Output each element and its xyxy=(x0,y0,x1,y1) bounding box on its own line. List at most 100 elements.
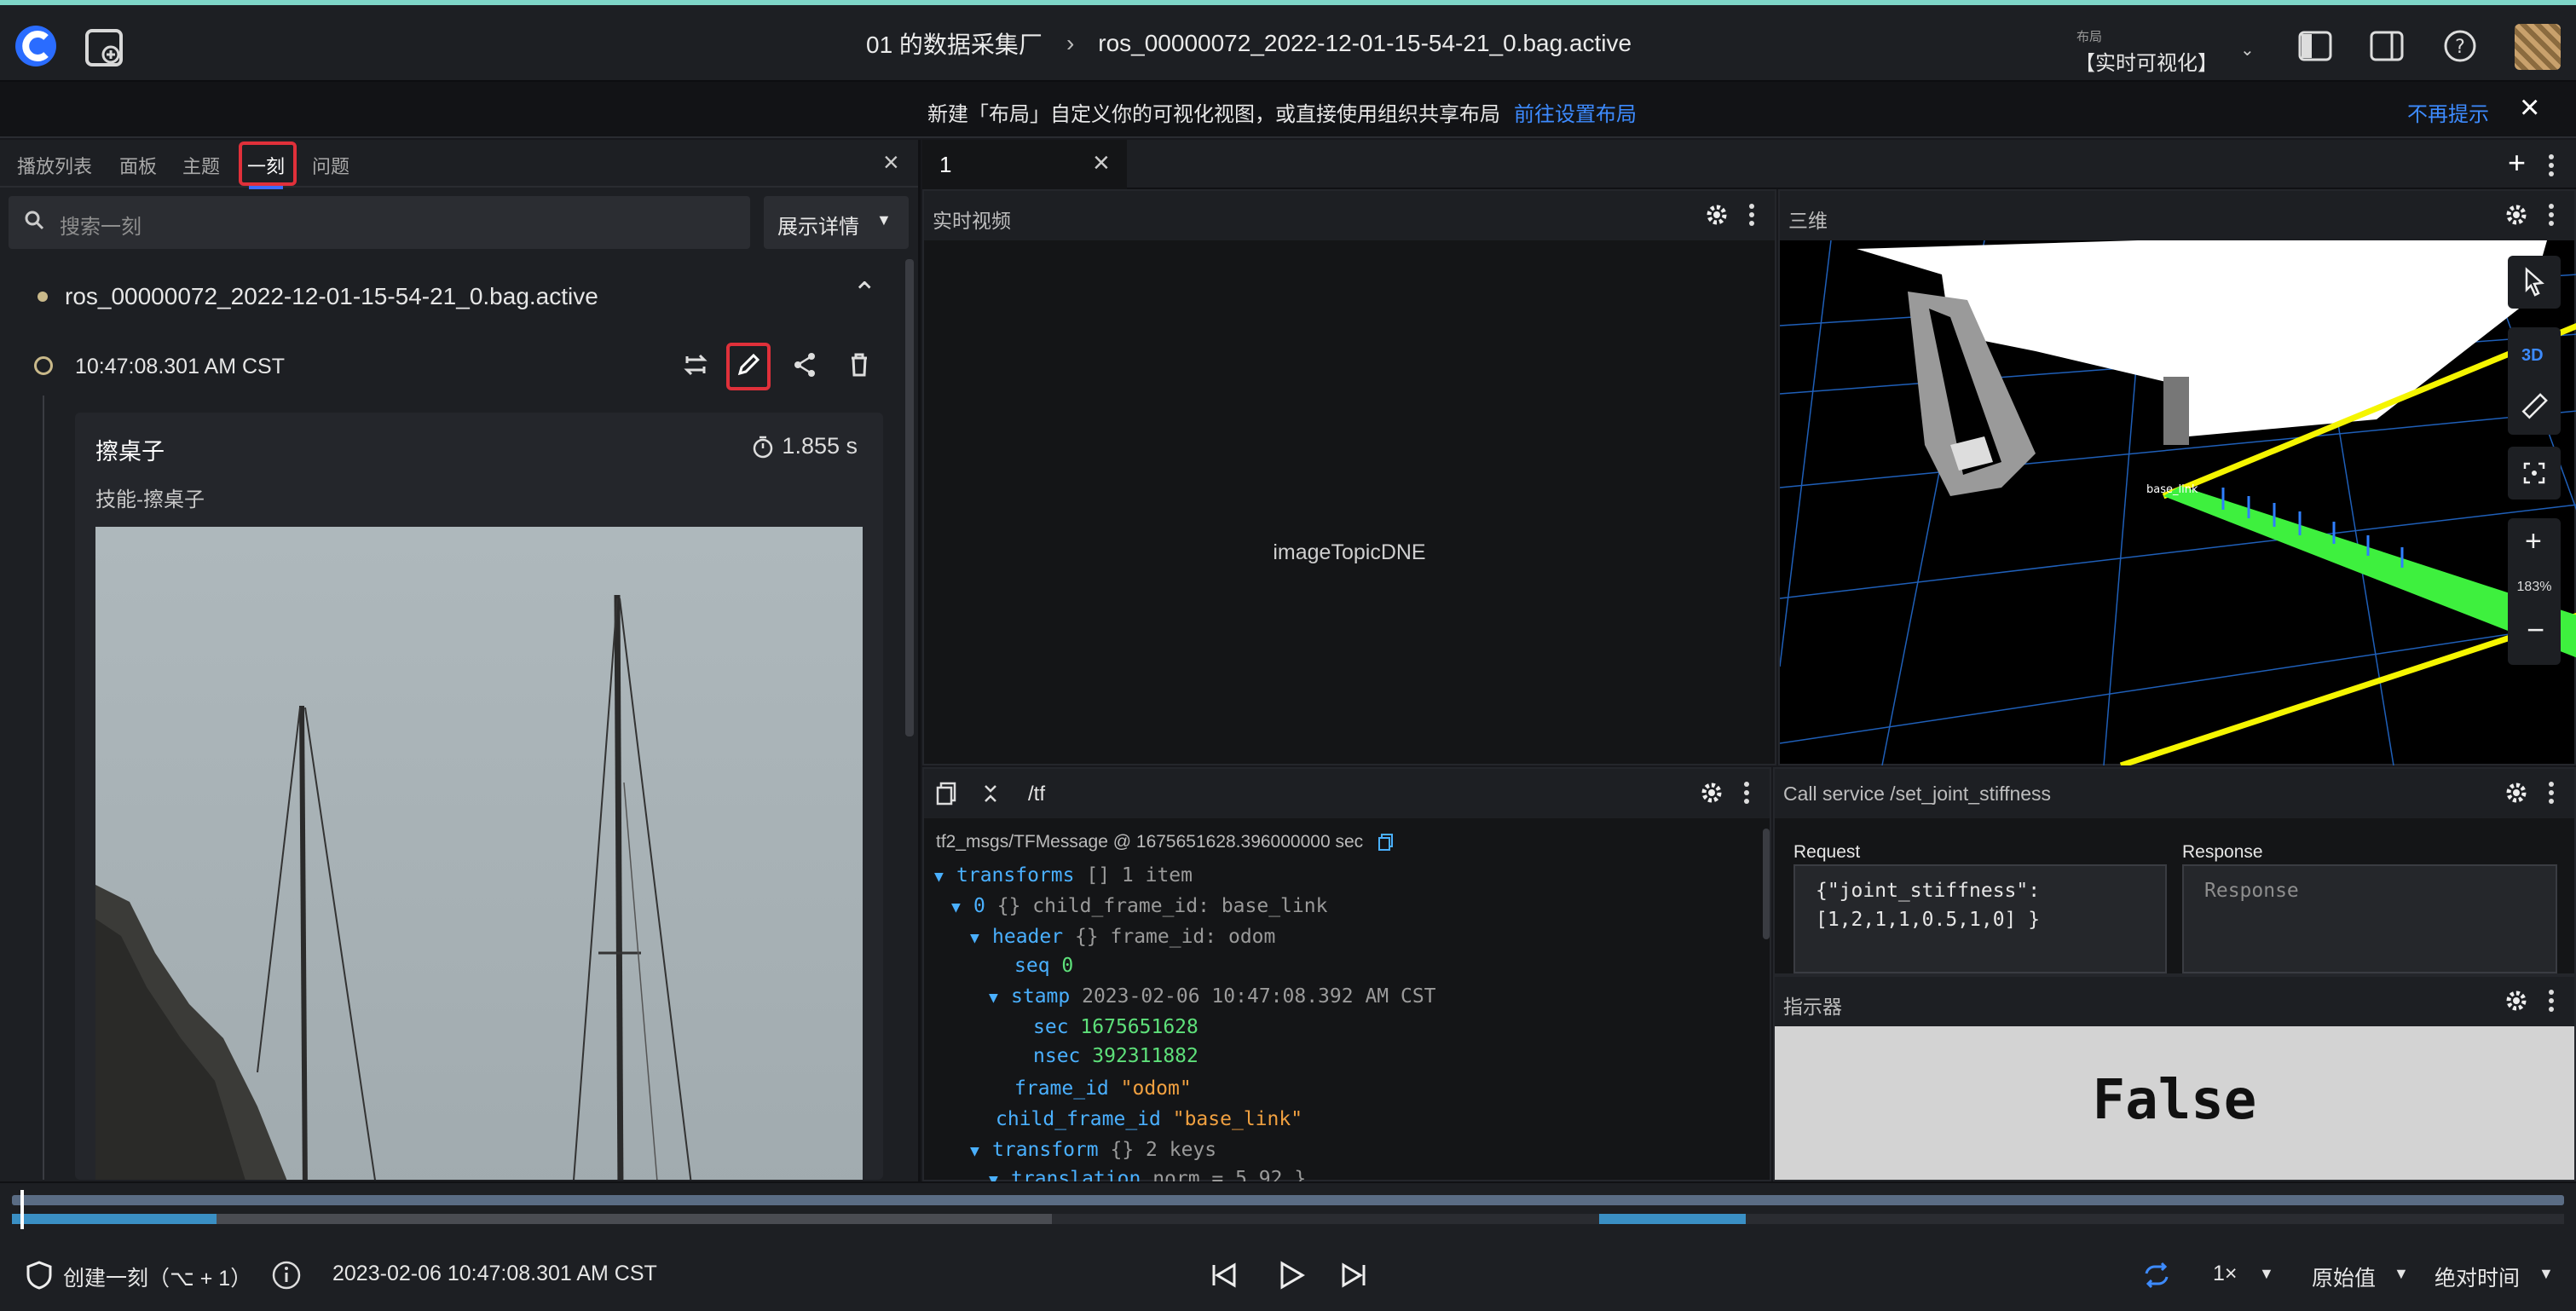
share-icon[interactable] xyxy=(789,349,820,380)
more-vert-icon[interactable] xyxy=(2547,989,2556,1013)
tree-value: 392311882 xyxy=(1092,1045,1198,1067)
caret-down-icon[interactable]: ▼ xyxy=(2394,1265,2409,1283)
moment-duration-value: 1.855 s xyxy=(782,433,858,459)
search-input[interactable]: 搜索一刻 xyxy=(9,196,750,249)
gear-icon[interactable] xyxy=(2504,203,2528,227)
skip-forward-icon[interactable] xyxy=(1337,1258,1371,1292)
panel-title: Call service /set_joint_stiffness xyxy=(1783,783,2052,805)
info-icon[interactable] xyxy=(271,1260,302,1291)
playback-bar: 创建一刻（⌥ + 1） 2023-02-06 10:47:08.301 AM C… xyxy=(0,1181,2576,1311)
topic-name[interactable]: /tf xyxy=(1028,783,1045,806)
tf-scrollbar[interactable] xyxy=(1763,829,1770,939)
tab-topics[interactable]: 主题 xyxy=(182,152,220,179)
layout-tab[interactable]: 1 × xyxy=(922,140,1127,189)
request-editor[interactable]: {"joint_stiffness": [1,2,1,1,0.5,1,0] } xyxy=(1793,864,2167,973)
view-mode-toggle[interactable]: 3D xyxy=(2521,346,2544,366)
tab-panels[interactable]: 面板 xyxy=(119,152,157,179)
create-moment-button[interactable]: 创建一刻（⌥ + 1） xyxy=(63,1262,251,1292)
loop-icon[interactable] xyxy=(2140,1258,2174,1292)
go-layout-settings-link[interactable]: 前往设置布局 xyxy=(1514,103,1637,126)
breadcrumb-project[interactable]: 01 的数据采集厂 xyxy=(866,26,1043,61)
expand-triangle-icon[interactable]: ▼ xyxy=(989,1171,1011,1181)
ruler-icon[interactable] xyxy=(2520,392,2549,421)
playhead[interactable] xyxy=(20,1190,24,1229)
panel-title: 三维 xyxy=(1788,210,1828,232)
frame-label: base_link xyxy=(2146,483,2198,496)
more-vert-icon[interactable] xyxy=(1742,781,1751,805)
time-mode-select[interactable]: 绝对时间 xyxy=(2434,1262,2520,1292)
close-tab-icon[interactable]: × xyxy=(1093,147,1110,180)
timeline-track[interactable] xyxy=(12,1195,2564,1205)
breadcrumb-record[interactable]: ros_00000072_2022-12-01-15-54-21_0.bag.a… xyxy=(1098,30,1632,57)
copy-icon[interactable] xyxy=(1377,833,1395,852)
user-avatar[interactable] xyxy=(2515,24,2561,70)
trash-icon[interactable] xyxy=(844,349,875,380)
tab-playlist[interactable]: 播放列表 xyxy=(17,152,92,179)
help-icon[interactable]: ? xyxy=(2443,29,2477,63)
tree-row[interactable]: ▼ stamp 2023-02-06 10:47:08.392 AM CST xyxy=(989,985,1436,1008)
response-field[interactable]: Response xyxy=(2182,864,2557,973)
tree-row[interactable]: ▼ transform {} 2 keys xyxy=(970,1139,1216,1161)
caret-down-icon[interactable]: ▼ xyxy=(2259,1265,2274,1283)
tree-key: header xyxy=(992,926,1064,948)
new-window-icon[interactable] xyxy=(85,29,123,66)
zoom-out-icon[interactable]: − xyxy=(2527,612,2544,648)
focus-button[interactable] xyxy=(2508,447,2561,500)
expand-triangle-icon[interactable]: ▼ xyxy=(934,868,956,886)
timeline-moment-segment[interactable] xyxy=(12,1214,217,1224)
tree-row[interactable]: ▼ translation norm = 5.92 } xyxy=(989,1168,1306,1181)
dont-show-again-link[interactable]: 不再提示 xyxy=(2407,97,2489,127)
timeline-moment-segment[interactable] xyxy=(1599,1214,1746,1224)
swap-icon[interactable] xyxy=(680,349,711,380)
more-vert-icon[interactable] xyxy=(2547,781,2556,805)
more-vert-icon[interactable] xyxy=(2547,203,2556,227)
moment-card[interactable]: 擦桌子 1.855 s 技能-擦桌子 xyxy=(75,413,883,1180)
show-details-dropdown[interactable]: 展示详情 ▼ xyxy=(764,196,909,249)
close-icon[interactable]: × xyxy=(2520,89,2539,127)
gear-icon[interactable] xyxy=(2504,989,2528,1013)
tree-value: "base_link" xyxy=(1172,1108,1303,1130)
tree-key: seq xyxy=(1014,955,1050,977)
select-tool-button[interactable] xyxy=(2508,256,2561,309)
shield-icon xyxy=(26,1261,52,1290)
layout-switcher[interactable]: 布局 【实时可视化】 ⌄ xyxy=(2070,22,2257,75)
speed-select[interactable]: 1× xyxy=(2213,1262,2238,1286)
app-logo-icon[interactable] xyxy=(12,22,60,70)
chevron-down-icon: ⌄ xyxy=(2240,41,2255,60)
tree-row[interactable]: ▼ transforms [] 1 item xyxy=(934,864,1193,887)
current-time: 2023-02-06 10:47:08.301 AM CST xyxy=(332,1262,657,1285)
layout-tab-label: 1 xyxy=(939,152,952,177)
tree-row: seq 0 xyxy=(1014,955,1073,977)
expand-triangle-icon[interactable]: ▼ xyxy=(970,1142,992,1160)
moment-title: 擦桌子 xyxy=(95,439,165,465)
copy-icon[interactable] xyxy=(934,781,960,806)
tab-issues[interactable]: 问题 xyxy=(312,152,349,179)
three-d-viewport[interactable]: base_link xyxy=(1780,240,2576,765)
tree-value: "odom" xyxy=(1120,1077,1192,1100)
skip-back-icon[interactable] xyxy=(1207,1258,1241,1292)
tree-row[interactable]: ▼ 0 {} child_frame_id: base_link xyxy=(951,895,1327,917)
expand-triangle-icon[interactable]: ▼ xyxy=(951,898,973,916)
expand-triangle-icon[interactable]: ▼ xyxy=(989,989,1011,1007)
expand-triangle-icon[interactable]: ▼ xyxy=(970,929,992,947)
play-icon[interactable] xyxy=(1274,1258,1308,1292)
zoom-level: 183% xyxy=(2516,580,2552,594)
gear-icon[interactable] xyxy=(2504,781,2528,805)
gear-icon[interactable] xyxy=(1705,203,1729,227)
sidebar-scrollbar[interactable] xyxy=(905,259,914,736)
close-sidebar-icon[interactable]: × xyxy=(883,147,899,178)
add-tab-icon[interactable]: + xyxy=(2508,145,2526,181)
more-vert-icon[interactable] xyxy=(1747,203,1756,227)
notice-text: 新建「布局」自定义你的可视化视图，或直接使用组织共享布局 xyxy=(927,103,1500,126)
more-vert-icon[interactable] xyxy=(2547,153,2556,177)
collapse-icon[interactable] xyxy=(980,783,1001,805)
right-sidebar-toggle-icon[interactable] xyxy=(2370,31,2404,61)
zoom-in-icon[interactable]: + xyxy=(2525,525,2542,558)
left-sidebar-toggle-icon[interactable] xyxy=(2298,31,2332,61)
caret-down-icon[interactable]: ▼ xyxy=(2538,1265,2554,1283)
tree-row[interactable]: ▼ header {} frame_id: odom xyxy=(970,926,1275,948)
chevron-up-icon[interactable]: ⌃ xyxy=(852,276,877,310)
bag-group-header[interactable]: ros_00000072_2022-12-01-15-54-21_0.bag.a… xyxy=(0,268,909,326)
gear-icon[interactable] xyxy=(1700,781,1724,805)
value-mode-select[interactable]: 原始值 xyxy=(2312,1262,2376,1292)
